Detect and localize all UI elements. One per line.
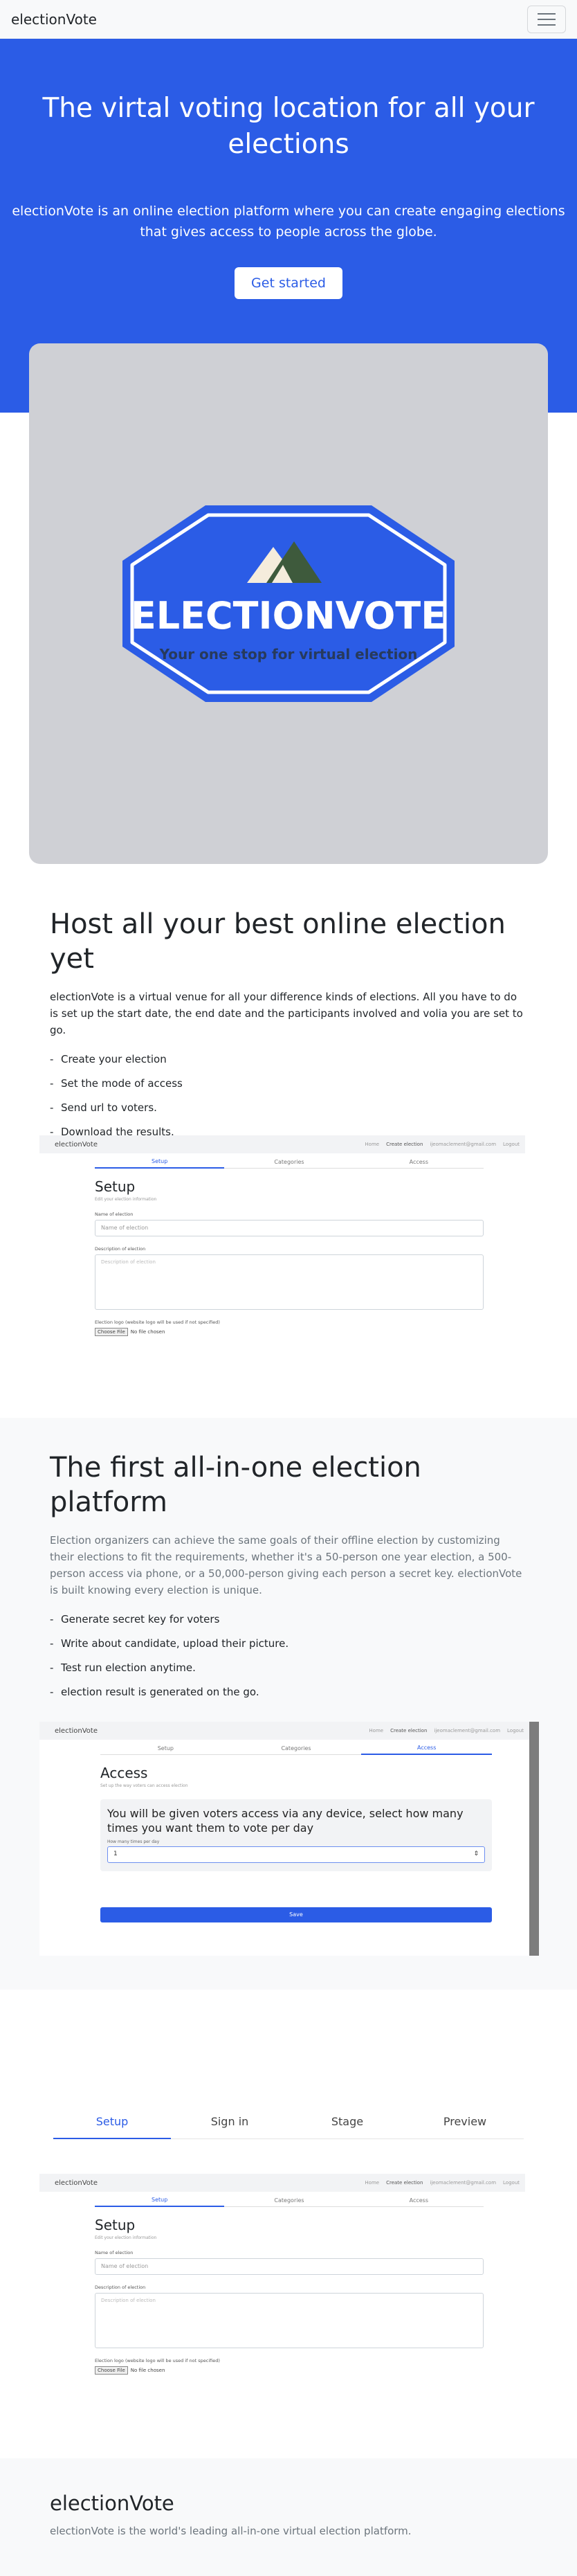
menu-toggle-button[interactable] — [527, 5, 566, 33]
list-item: - Create your election — [50, 1053, 167, 1065]
shot-file-input: Choose File No file chosen — [95, 1328, 484, 1336]
tab-preview[interactable]: Preview — [406, 2115, 524, 2139]
get-started-button[interactable]: Get started — [235, 267, 342, 299]
logo-wordmark: ELECTIONVOTE — [131, 594, 446, 638]
shot-tab-access: Access — [354, 2197, 484, 2207]
host-text: electionVote is a virtual venue for all … — [50, 991, 523, 1036]
shot-tab-categories: Categories — [224, 2197, 354, 2207]
shot-subheading: Edit your election information — [95, 1197, 157, 1202]
shot-file-status: No file chosen — [130, 1329, 165, 1335]
shot-nav-create: Create election — [390, 1728, 428, 1733]
shot-tabs: Setup Categories Access — [100, 1740, 493, 1755]
shot-file-status: No file chosen — [130, 2368, 165, 2373]
shot-tab-access: Access — [361, 1745, 493, 1755]
shot-desc-label: Description of election — [95, 2285, 146, 2290]
shot-tab-access: Access — [354, 1159, 484, 1169]
shot-nav-email: ijeomaclement@gmail.com — [430, 1142, 497, 1147]
platform-text: Election organizers can achieve the same… — [50, 1534, 522, 1596]
logo-card: ELECTIONVOTE Your one stop for virtual e… — [29, 343, 548, 864]
list-item: - Send url to voters. — [50, 1101, 157, 1114]
shot-nav-email: ijeomaclement@gmail.com — [434, 1728, 501, 1733]
setup-screenshot: electionVote Home Create election ijeoma… — [39, 1135, 525, 1375]
footer-text: electionVote is the world's leading all-… — [50, 2525, 412, 2537]
list-item: - Write about candidate, upload their pic… — [50, 1637, 289, 1650]
shot-brand: electionVote — [55, 1727, 98, 1735]
shot-nav-logout: Logout — [503, 2180, 520, 2186]
electionvote-logo: ELECTIONVOTE Your one stop for virtual e… — [122, 505, 455, 702]
shot-name-label: Name of election — [95, 2250, 134, 2255]
hamburger-icon-line — [538, 18, 556, 20]
shot-tab-setup: Setup — [95, 2197, 225, 2207]
shot-heading: Setup — [95, 1178, 136, 1195]
shot-brand: electionVote — [55, 1140, 98, 1149]
access-alert-title: You will be given voters access via any … — [107, 1807, 464, 1835]
list-item: - Generate secret key for voters — [50, 1613, 220, 1625]
hero-subtitle: electionVote is an online election platf… — [12, 204, 565, 240]
shot-file-button: Choose File — [95, 2366, 128, 2375]
shot-desc-textarea: Description of election — [95, 2293, 484, 2348]
shot-brand: electionVote — [55, 2179, 98, 2187]
platform-section: The first all-in-one election platform E… — [0, 1450, 577, 1699]
tab-stage[interactable]: Stage — [288, 2115, 406, 2139]
access-alert: You will be given voters access via any … — [100, 1799, 492, 1871]
shot-file-button: Choose File — [95, 1328, 128, 1336]
shot-nav-home: Home — [365, 2180, 380, 2186]
logo-tagline: Your one stop for virtual election — [159, 646, 418, 663]
navbar-brand[interactable]: electionVote — [11, 11, 97, 28]
select-arrows-icon: ⇕ — [473, 1850, 479, 1857]
shot-subheading: Set up the way voters can access electio… — [100, 1783, 188, 1788]
shot-navbar: electionVote Home Create election ijeoma… — [39, 1135, 525, 1153]
shot-navbar: electionVote Home Create election ijeoma… — [39, 1722, 539, 1740]
hamburger-icon-line — [538, 12, 556, 15]
tab-sign-in[interactable]: Sign in — [171, 2115, 288, 2139]
shot-nav-home: Home — [365, 1142, 380, 1147]
shot-name-input: Name of election — [95, 1220, 484, 1236]
shot-save-button: Save — [100, 1907, 492, 1922]
list-item: - Set the mode of access — [50, 1077, 183, 1090]
hero-title: The virtal voting location for all your … — [42, 93, 535, 160]
shot-file-input: Choose File No file chosen — [95, 2366, 484, 2375]
shot-nav-email: ijeomaclement@gmail.com — [430, 2180, 497, 2186]
shot-nav-home: Home — [369, 1728, 384, 1733]
shot-heading: Setup — [95, 2217, 136, 2233]
shot-tab-categories: Categories — [224, 1159, 354, 1169]
shot-tab-setup: Setup — [100, 1745, 231, 1755]
shot-logo-label: Election logo (website logo will be used… — [95, 1319, 220, 1325]
shot-desc-label: Description of election — [95, 1246, 146, 1252]
shot-tab-categories: Categories — [230, 1745, 362, 1755]
shot-navbar: electionVote Home Create election ijeoma… — [39, 2174, 525, 2192]
times-label: How many times per day — [107, 1839, 160, 1844]
shot-nav-logout: Logout — [503, 1142, 520, 1147]
shot-nav-logout: Logout — [507, 1728, 524, 1733]
list-item: - Test run election anytime. — [50, 1661, 196, 1674]
shot-nav-create: Create election — [386, 1142, 423, 1147]
access-screenshot: electionVote Home Create election ijeoma… — [39, 1722, 539, 1956]
platform-feature-list: - Generate secret key for voters - Write a… — [50, 1612, 527, 1699]
shot-tabs: Setup Categories Access — [95, 2192, 484, 2207]
shot-heading: Access — [100, 1765, 148, 1781]
host-section: Host all your best online election yet e… — [0, 907, 577, 1149]
host-title: Host all your best online election yet — [50, 908, 506, 975]
setup-screenshot-2: electionVote Home Create election ijeoma… — [39, 2174, 525, 2413]
shot-subheading: Edit your election information — [95, 2235, 157, 2240]
footer: electionVote electionVote is the world's… — [0, 2458, 577, 2576]
list-item: - election result is generated on the go. — [50, 1686, 259, 1698]
shot-tab-setup: Setup — [95, 1158, 225, 1169]
shot-scrollbar — [529, 1722, 539, 1956]
shot-desc-textarea: Description of election — [95, 1254, 484, 1310]
host-feature-list: - Create your election - Set the mode of a… — [50, 1052, 527, 1139]
tab-setup[interactable]: Setup — [53, 2115, 171, 2139]
shot-tabs: Setup Categories Access — [95, 1153, 484, 1169]
shot-name-input: Name of election — [95, 2258, 484, 2275]
navbar: electionVote — [0, 0, 577, 39]
times-per-day-select: 1 ⇕ — [107, 1846, 485, 1863]
platform-title: The first all-in-one election platform — [50, 1452, 421, 1518]
steps-tabs: Setup Sign in Stage Preview — [53, 2115, 524, 2139]
footer-brand: electionVote — [50, 2492, 174, 2515]
shot-nav-create: Create election — [386, 2180, 423, 2186]
shot-name-label: Name of election — [95, 1212, 134, 1217]
shot-logo-label: Election logo (website logo will be used… — [95, 2358, 220, 2363]
hero-section: The virtal voting location for all your … — [0, 39, 577, 864]
hamburger-icon-line — [538, 24, 556, 26]
